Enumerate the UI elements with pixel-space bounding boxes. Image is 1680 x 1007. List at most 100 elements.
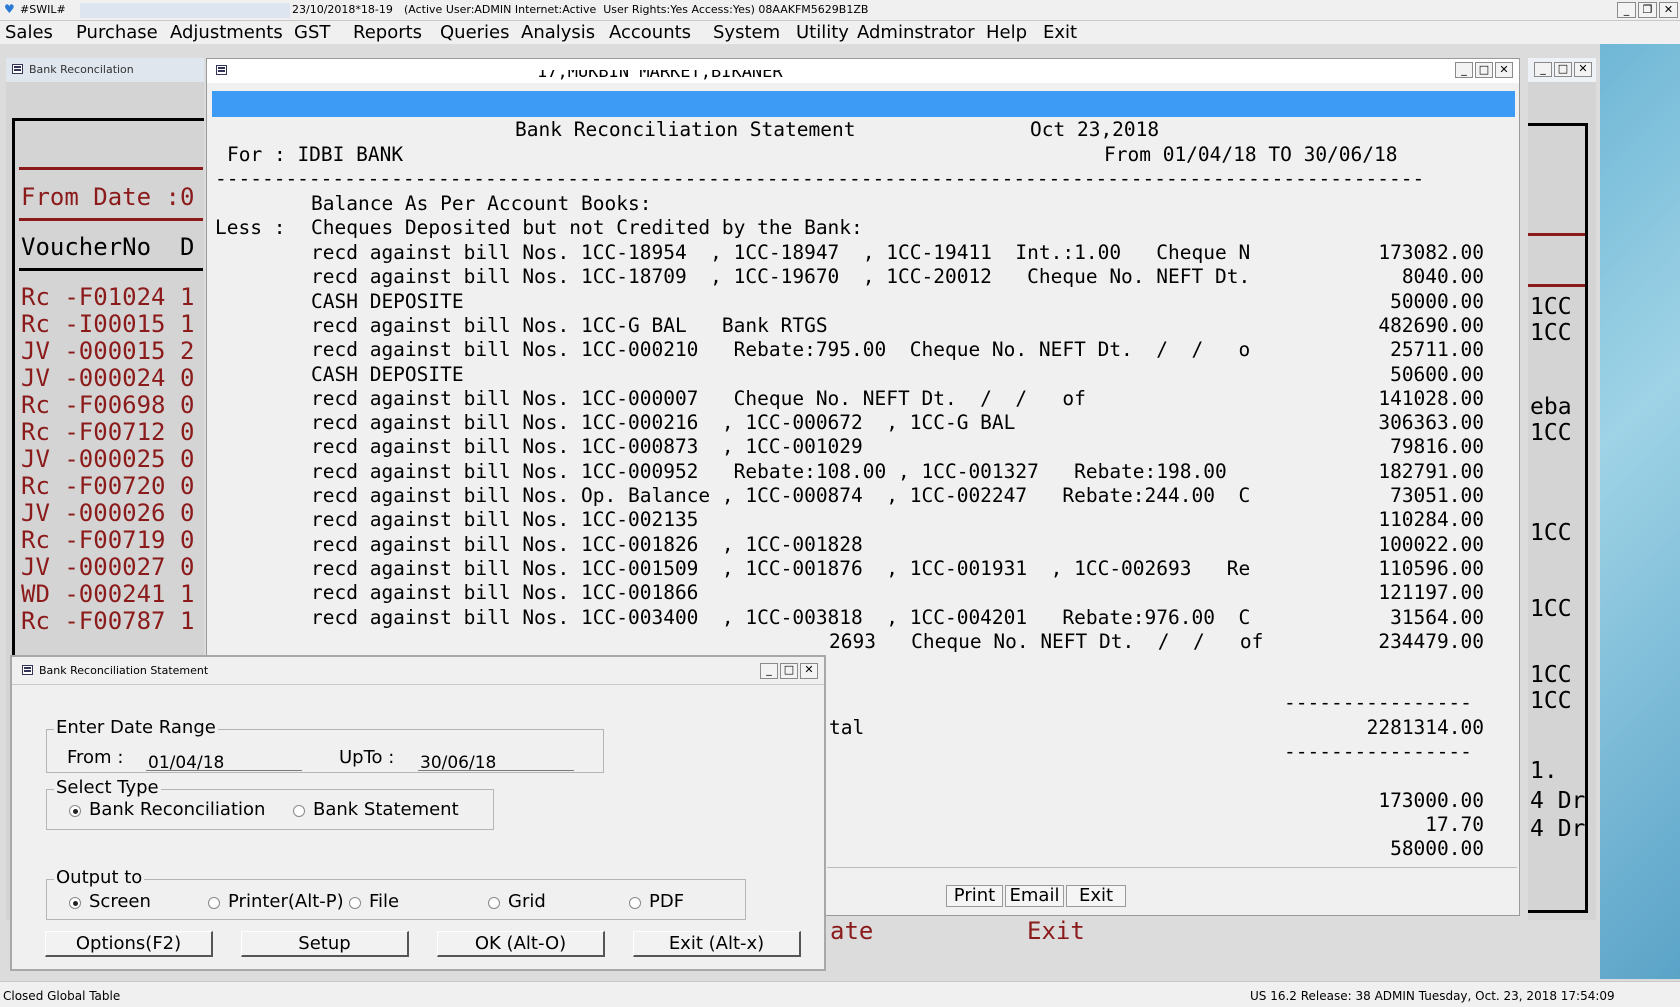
voucher-row[interactable]: Rc -F01024 1 [21, 284, 194, 311]
voucher-row[interactable]: JV -000024 0 [21, 365, 194, 392]
report-date: Oct 23,2018 [1030, 118, 1160, 141]
voucher-row[interactable]: Rc -F00720 0 [21, 473, 194, 500]
title-session: (Active User:ADMIN Internet:Active User … [404, 3, 869, 16]
type-radio-bank-reconciliation[interactable] [69, 805, 81, 817]
voucher-row[interactable]: JV -000027 0 [21, 554, 194, 581]
print-button[interactable]: Print [946, 885, 1003, 907]
report-line-text: recd against bill Nos. 1CC-000952 Rebate… [311, 459, 1227, 483]
from-label: From : [65, 747, 126, 768]
menu-adminstrator[interactable]: Adminstrator [857, 22, 975, 43]
from-date-field[interactable]: 01/04/18 [146, 749, 302, 773]
window-caption[interactable]: Bank Reconcilation [6, 58, 204, 82]
report-line-amount: 31564.00 [1390, 605, 1484, 629]
total-dash-line: ---------------- [1284, 691, 1472, 714]
voucher-row[interactable]: Rc -F00787 1 [21, 608, 194, 635]
menu-accounts[interactable]: Accounts [609, 22, 691, 43]
less-label: Less : [215, 216, 286, 239]
menu-help[interactable]: Help [986, 22, 1027, 43]
output-option-label[interactable]: Printer(Alt-P) [226, 891, 346, 912]
menu-reports[interactable]: Reports [353, 22, 422, 43]
output-radio-grid[interactable] [488, 897, 500, 909]
report-line-amount: 234479.00 [1378, 629, 1484, 653]
output-radio-printer[interactable] [208, 897, 220, 909]
menu-gst[interactable]: GST [294, 22, 330, 43]
options-button[interactable]: Options(F2) [45, 931, 213, 957]
report-line-amount: 306363.00 [1378, 411, 1484, 435]
dialog-title: Bank Reconciliation Statement [39, 664, 209, 677]
menu-utility[interactable]: Utility [796, 22, 849, 43]
close-button[interactable]: ✕ [1495, 62, 1513, 78]
output-radio-screen[interactable] [69, 897, 81, 909]
menu-purchase[interactable]: Purchase [76, 22, 158, 43]
fragment-text: 4 Dr [1530, 816, 1586, 842]
dialog-caption[interactable]: Bank Reconciliation Statement _ □ ✕ [12, 657, 824, 685]
output-option-label[interactable]: Screen [87, 891, 153, 912]
company-address-cut: 17,MUKBIN MARKET,BIKANER [537, 70, 783, 82]
voucher-row[interactable]: Rc -F00698 0 [21, 392, 194, 419]
menu-system[interactable]: System [713, 22, 780, 43]
output-option-label[interactable]: PDF [647, 891, 687, 912]
fragment-text: 4 Dr [1530, 788, 1586, 814]
menu-bar: Sales Purchase Adjustments GST Reports Q… [0, 21, 1680, 44]
minimize-button[interactable]: _ [1534, 62, 1552, 77]
email-button[interactable]: Email [1005, 885, 1064, 907]
type-option-label[interactable]: Bank Statement [311, 799, 461, 820]
voucher-row[interactable]: WD -000241 1 [21, 581, 194, 608]
fragment-text: eba [1530, 394, 1572, 420]
voucher-row[interactable]: JV -000015 2 [21, 338, 194, 365]
report-exit-button[interactable]: Exit [1066, 885, 1126, 907]
voucher-row[interactable]: Rc -F00719 0 [21, 527, 194, 554]
type-option-label[interactable]: Bank Reconciliation [87, 799, 268, 820]
maximize-button[interactable]: □ [1554, 62, 1572, 77]
divider [19, 218, 203, 221]
maximize-button[interactable]: □ [1475, 62, 1493, 78]
menu-adjustments[interactable]: Adjustments [170, 22, 283, 43]
output-option-label[interactable]: File [367, 891, 402, 912]
output-radio-file[interactable] [349, 897, 361, 909]
select-type-label: Select Type [54, 777, 161, 798]
report-title: Bank Reconciliation Statement [515, 118, 856, 141]
menu-sales[interactable]: Sales [5, 22, 53, 43]
output-option-label[interactable]: Grid [506, 891, 548, 912]
divider [19, 268, 203, 271]
dialog-exit-button[interactable]: Exit (Alt-x) [633, 931, 801, 957]
close-button[interactable]: ✕ [1659, 2, 1678, 18]
report-line-text: 2693 Cheque No. NEFT Dt. / / of [829, 629, 1264, 653]
close-button[interactable]: ✕ [800, 663, 818, 679]
report-line-text: recd against bill Nos. 1CC-001826 , 1CC-… [311, 532, 863, 556]
fragment-text: 1. [1530, 758, 1558, 784]
report-caption[interactable]: _ □ ✕ [207, 59, 1519, 83]
report-line-amount: 79816.00 [1390, 435, 1484, 459]
minimize-button[interactable]: _ [760, 663, 778, 679]
menu-analysis[interactable]: Analysis [521, 22, 595, 43]
voucher-row[interactable]: Rc -F00712 0 [21, 419, 194, 446]
type-radio-bank-statement[interactable] [293, 805, 305, 817]
restore-button[interactable]: ❐ [1638, 2, 1657, 18]
total-label: tal [829, 716, 865, 739]
menu-queries[interactable]: Queries [440, 22, 510, 43]
window-menu-icon[interactable] [12, 64, 23, 74]
voucher-row[interactable]: JV -000025 0 [21, 446, 194, 473]
output-radio-pdf[interactable] [629, 897, 641, 909]
report-line-amount: 73051.00 [1390, 484, 1484, 507]
upto-date-field[interactable]: 30/06/18 [418, 749, 574, 773]
report-line-text: recd against bill Nos. 1CC-G BAL Bank RT… [311, 313, 828, 337]
voucher-row[interactable]: JV -000026 0 [21, 500, 194, 527]
report-line-text: recd against bill Nos. 1CC-003400 , 1CC-… [311, 605, 1251, 629]
summary-amount: 17.70 [1425, 813, 1484, 836]
menu-exit[interactable]: Exit [1043, 22, 1077, 43]
report-bank: For : IDBI BANK [227, 143, 404, 166]
app-name: #SWIL# [20, 3, 66, 16]
ok-button[interactable]: OK (Alt-O) [437, 931, 605, 957]
minimize-button[interactable]: _ [1617, 2, 1636, 18]
setup-button[interactable]: Setup [241, 931, 409, 957]
window-menu-icon[interactable] [22, 665, 33, 675]
close-button[interactable]: ✕ [1574, 62, 1592, 77]
window-menu-icon[interactable] [216, 65, 227, 75]
upto-label: UpTo : [337, 747, 397, 768]
report-line-text: recd against bill Nos. 1CC-001509 , 1CC-… [311, 556, 1251, 580]
minimize-button[interactable]: _ [1455, 62, 1473, 78]
update-label-fragment: ate [830, 917, 874, 945]
voucher-row[interactable]: Rc -I00015 1 [21, 311, 194, 338]
maximize-button[interactable]: □ [780, 663, 798, 679]
